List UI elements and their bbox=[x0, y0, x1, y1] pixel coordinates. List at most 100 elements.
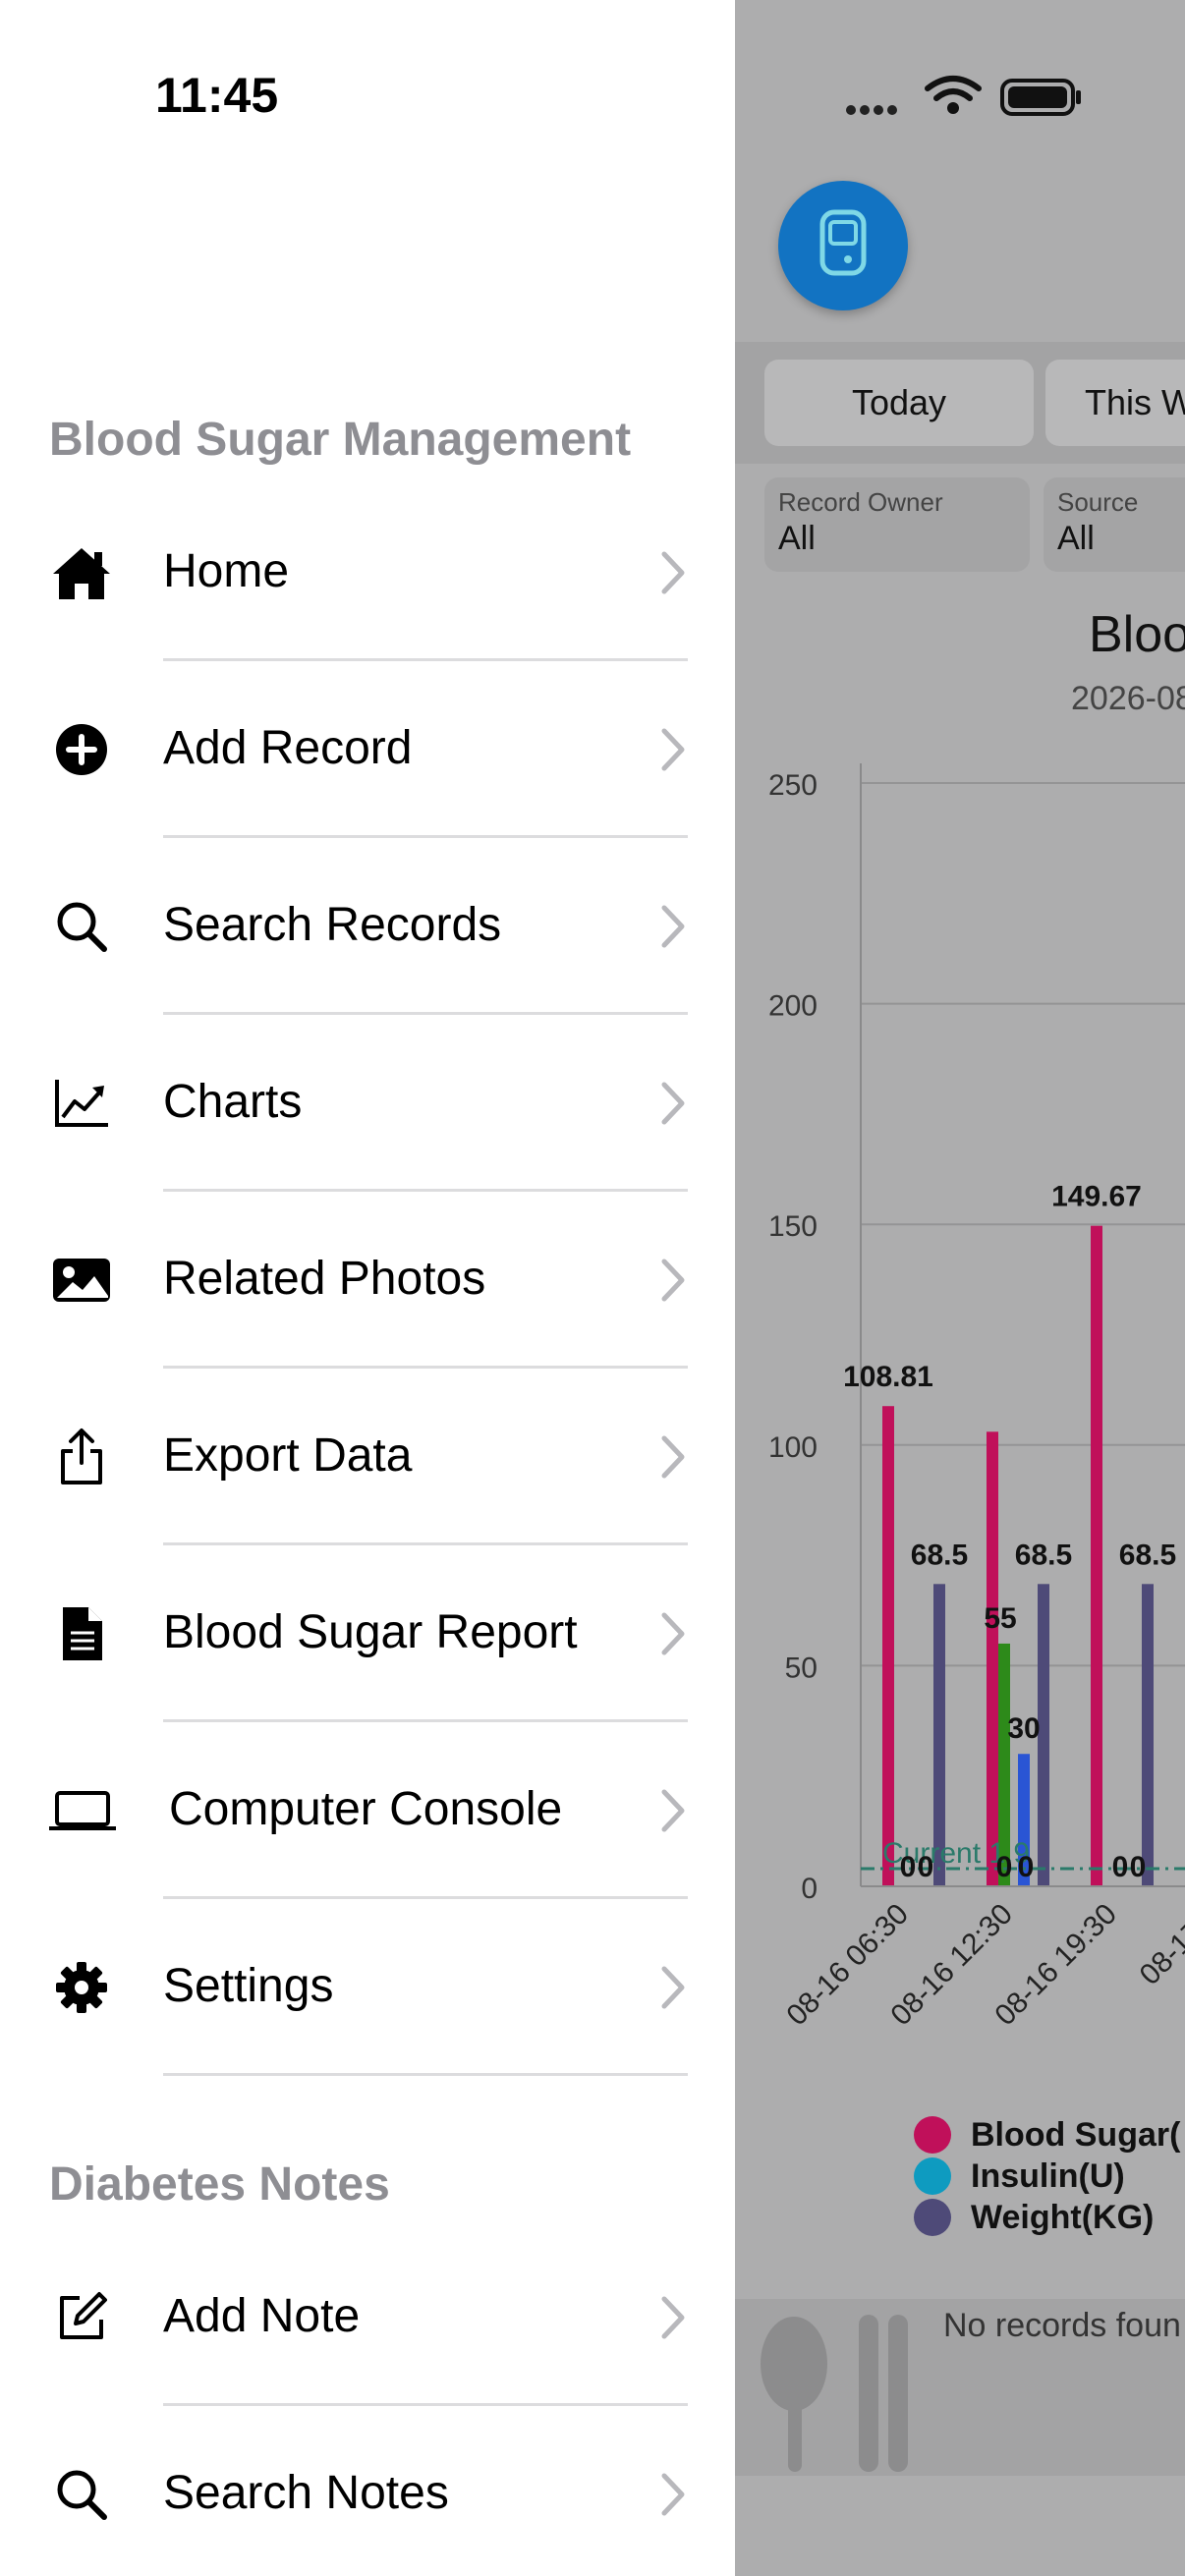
background-app: Today This W Record Owner All Source All… bbox=[735, 0, 1185, 2576]
y-tick-label: 200 bbox=[768, 990, 818, 1023]
menu-item-blood-sugar-report[interactable]: Blood Sugar Report bbox=[0, 1544, 735, 1722]
blood-sugar-chart: 050100150200250Current 1.9108.8168.55530… bbox=[768, 763, 1185, 2032]
document-icon bbox=[47, 1599, 116, 1668]
blood-sugar-bar bbox=[1091, 1225, 1102, 1886]
record-owner-filter[interactable]: Record Owner All bbox=[764, 477, 1030, 572]
menu-item-related-photos[interactable]: Related Photos bbox=[0, 1191, 735, 1369]
battery-icon bbox=[1000, 79, 1081, 116]
x-tick-label: 08-17 0 bbox=[1134, 1898, 1185, 1991]
legend-item: Blood Sugar( bbox=[914, 2114, 1180, 2156]
y-tick-label: 100 bbox=[768, 1431, 818, 1464]
chevron-right-icon bbox=[658, 725, 688, 774]
empty-records-text: No records foun bbox=[943, 2307, 1181, 2344]
blood-sugar-bar bbox=[882, 1406, 894, 1886]
y-tick-label: 0 bbox=[801, 1873, 818, 1905]
menu-item-computer-console[interactable]: Computer Console bbox=[0, 1721, 735, 1899]
edit-icon bbox=[47, 2283, 116, 2352]
source-filter[interactable]: Source All bbox=[1044, 477, 1185, 572]
menu-item-label: Add Note bbox=[163, 2290, 361, 2342]
chevron-right-icon bbox=[658, 1079, 688, 1128]
data-label: 0 bbox=[1112, 1851, 1129, 1883]
menu-item-charts[interactable]: Charts bbox=[0, 1014, 735, 1192]
glucose-meter-button[interactable] bbox=[778, 181, 908, 310]
chevron-right-icon bbox=[658, 1609, 688, 1658]
weight-bar bbox=[1142, 1584, 1154, 1886]
filter-value: All bbox=[1057, 520, 1095, 557]
plus-circle-icon bbox=[47, 715, 116, 784]
glucose-meter-icon bbox=[819, 209, 867, 276]
menu-item-home[interactable]: Home bbox=[0, 483, 735, 661]
menu-item-label: Search Records bbox=[163, 899, 502, 951]
data-label: 108.81 bbox=[843, 1361, 933, 1393]
chevron-right-icon bbox=[658, 1786, 688, 1835]
side-drawer: 11:45 Blood Sugar Management Home Add Re… bbox=[0, 0, 735, 2576]
data-label: 68.5 bbox=[911, 1539, 968, 1571]
data-label: 0 bbox=[996, 1851, 1013, 1883]
y-tick-label: 150 bbox=[768, 1210, 818, 1243]
data-label: 68.5 bbox=[1015, 1539, 1072, 1571]
share-icon bbox=[47, 1423, 116, 1491]
chart-subtitle: 2026-08 bbox=[1071, 680, 1185, 717]
wifi-icon bbox=[925, 76, 982, 101]
menu-item-settings[interactable]: Settings bbox=[0, 1898, 735, 2076]
legend-label: Blood Sugar( bbox=[971, 2115, 1181, 2154]
legend-item: Insulin(U) bbox=[914, 2156, 1180, 2197]
menu-item-label: Search Notes bbox=[163, 2467, 449, 2519]
legend-label: Insulin(U) bbox=[971, 2156, 1125, 2195]
data-label: 0 bbox=[900, 1851, 917, 1883]
data-label: 0 bbox=[1018, 1851, 1035, 1883]
section-title-diabetes-notes: Diabetes Notes bbox=[49, 2158, 390, 2211]
separator bbox=[163, 2073, 688, 2076]
search-icon bbox=[47, 2460, 116, 2529]
menu-item-label: Blood Sugar Report bbox=[163, 1606, 578, 1658]
chart-title: Bloo bbox=[1089, 606, 1185, 663]
search-icon bbox=[47, 892, 116, 961]
chevron-right-icon bbox=[658, 1432, 688, 1482]
section-title-blood-sugar: Blood Sugar Management bbox=[49, 414, 632, 466]
menu-item-export-data[interactable]: Export Data bbox=[0, 1368, 735, 1545]
chevron-right-icon bbox=[658, 548, 688, 597]
data-label: 55 bbox=[984, 1602, 1016, 1635]
chevron-right-icon bbox=[658, 1963, 688, 2012]
menu-item-label: Related Photos bbox=[163, 1253, 486, 1305]
menu-item-label: Charts bbox=[163, 1076, 303, 1128]
menu-item-label: Computer Console bbox=[169, 1783, 563, 1835]
menu-item-label: Export Data bbox=[163, 1429, 413, 1482]
legend-label: Weight(KG) bbox=[971, 2198, 1155, 2236]
laptop-icon bbox=[43, 1776, 122, 1845]
chevron-right-icon bbox=[658, 1256, 688, 1305]
legend-swatch bbox=[914, 2157, 951, 2195]
status-time: 11:45 bbox=[155, 68, 279, 123]
data-label: 149.67 bbox=[1051, 1181, 1142, 1213]
photo-icon bbox=[47, 1246, 116, 1315]
menu-item-add-note[interactable]: Add Note bbox=[0, 2228, 735, 2406]
legend-item: Weight(KG) bbox=[914, 2197, 1180, 2238]
blood-sugar-bar bbox=[987, 1431, 998, 1886]
data-label: 0 bbox=[1130, 1851, 1147, 1883]
menu-item-label: Settings bbox=[163, 1960, 334, 2012]
filter-label: Source bbox=[1057, 487, 1139, 517]
menu-item-search-notes[interactable]: Search Notes bbox=[0, 2405, 735, 2576]
menu-item-label: Home bbox=[163, 545, 290, 597]
tab-this-week[interactable]: This W bbox=[1045, 360, 1185, 446]
tab-today[interactable]: Today bbox=[764, 360, 1034, 446]
chevron-right-icon bbox=[658, 2470, 688, 2519]
gear-icon bbox=[47, 1953, 116, 2022]
chart-legend: Blood Sugar( Insulin(U) Weight(KG) bbox=[914, 2114, 1180, 2238]
filter-label: Record Owner bbox=[778, 487, 943, 517]
menu-item-label: Add Record bbox=[163, 722, 413, 774]
status-icons bbox=[735, 71, 1185, 130]
chevron-right-icon bbox=[658, 902, 688, 951]
menu-item-add-record[interactable]: Add Record bbox=[0, 660, 735, 838]
menu-item-search-records[interactable]: Search Records bbox=[0, 837, 735, 1015]
data-label: 30 bbox=[1007, 1712, 1040, 1745]
fork-knife-icon bbox=[761, 2315, 908, 2472]
data-label: 0 bbox=[918, 1851, 934, 1883]
legend-swatch bbox=[914, 2199, 951, 2236]
legend-swatch bbox=[914, 2116, 951, 2154]
filter-value: All bbox=[778, 520, 816, 557]
y-tick-label: 250 bbox=[768, 769, 818, 802]
y-tick-label: 50 bbox=[785, 1652, 818, 1684]
chevron-right-icon bbox=[658, 2293, 688, 2342]
chart-line-icon bbox=[47, 1069, 116, 1138]
